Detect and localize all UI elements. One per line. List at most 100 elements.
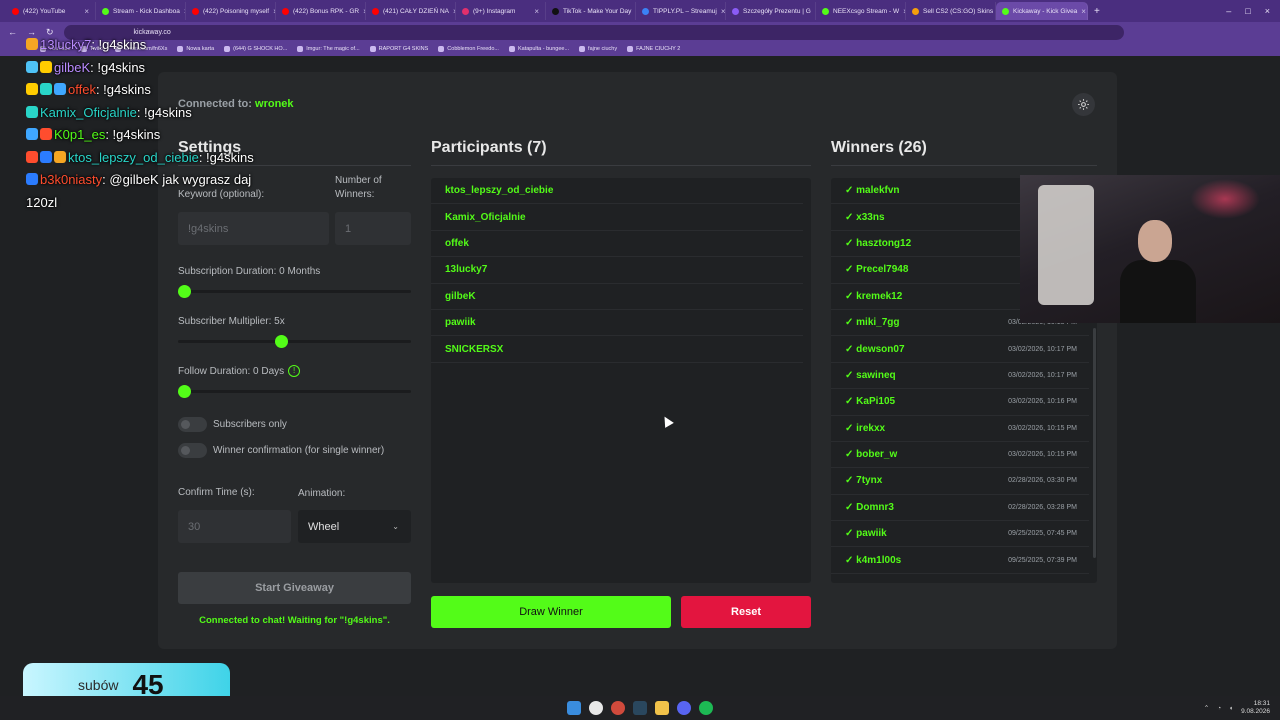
winner-name: ✓ miki_7gg <box>845 317 900 329</box>
confirm-time-input[interactable]: 30 <box>178 510 291 543</box>
winner-date: 03/02/2026, 10:15 PM <box>1008 451 1077 459</box>
winner-date: 03/02/2026, 10:16 PM <box>1008 398 1077 406</box>
chat-badge-icon <box>26 105 38 118</box>
winner-name: ✓ Domnr3 <box>845 501 894 513</box>
chat-message: 13lucky7: !g4skins <box>26 34 316 57</box>
follow-duration-slider[interactable] <box>178 390 411 393</box>
back-icon[interactable]: ← <box>8 27 17 37</box>
browser-tab[interactable]: (422) Bonus RPK - GR× <box>276 2 366 20</box>
subscription-duration-slider[interactable] <box>178 290 411 293</box>
winner-row: ✓ KaPi105 03/02/2026, 10:16 PM <box>831 389 1089 416</box>
steam-icon[interactable] <box>633 701 647 715</box>
close-icon[interactable]: × <box>1081 7 1086 16</box>
chat-badge-icon <box>54 150 66 163</box>
bookmark-item[interactable]: RAPORT G4 SKINS <box>369 46 428 52</box>
clothes-rack <box>1038 185 1094 305</box>
follow-duration-knob[interactable] <box>178 385 191 398</box>
bookmark-item[interactable]: FAJNE CIUCHY 2 <box>627 46 680 52</box>
browser-tab[interactable]: (422) Poisoning myself× <box>186 2 276 20</box>
close-icon[interactable]: × <box>721 7 725 16</box>
tab-favicon-icon <box>462 7 469 15</box>
winner-row: ✓ bober_w 03/02/2026, 10:15 PM <box>831 442 1089 469</box>
browser-tab[interactable]: NEEXcsgo Stream - W× <box>816 2 906 20</box>
app-icon[interactable] <box>611 701 625 715</box>
new-tab-button[interactable]: + <box>1094 6 1100 17</box>
bookmark-item[interactable]: Katapulta - bungee... <box>508 46 569 52</box>
browser-tab[interactable]: Stream - Kick Dashboa× <box>96 2 186 20</box>
winners-count-input[interactable]: 1 <box>335 212 411 245</box>
info-icon[interactable]: ! <box>288 365 301 378</box>
bookmark-item[interactable]: fajne ciuchy <box>579 46 617 52</box>
tab-favicon-icon <box>912 7 919 15</box>
chat-message: K0p1_es: !g4skins <box>26 124 316 147</box>
draw-winner-button[interactable]: Draw Winner <box>431 596 671 628</box>
chat-badge-icon <box>26 128 38 140</box>
neon-light <box>1190 179 1260 219</box>
chat-username: ktos_lepszy_od_ciebie <box>68 149 199 165</box>
network-icon[interactable]: ◔ <box>1217 705 1221 712</box>
confirm-time-label: Confirm Time (s): <box>178 487 255 498</box>
tab-favicon-icon <box>732 7 739 15</box>
tab-favicon-icon <box>552 7 559 15</box>
close-window-icon[interactable]: × <box>1265 6 1270 16</box>
chevron-up-icon[interactable]: ⌃ <box>1204 704 1209 712</box>
discord-icon[interactable] <box>677 701 691 715</box>
spotify-icon[interactable] <box>699 701 713 715</box>
subscription-duration-knob[interactable] <box>178 285 191 298</box>
bookmark-icon <box>579 46 586 52</box>
maximize-icon[interactable]: □ <box>1245 6 1250 16</box>
volume-icon[interactable]: ◖ <box>1229 705 1233 712</box>
minimize-icon[interactable]: – <box>1226 6 1231 16</box>
close-icon[interactable]: × <box>84 7 89 16</box>
browser-tab[interactable]: Szczegóły Prezentu | G× <box>726 2 816 20</box>
chat-text: : !g4skins <box>90 59 146 75</box>
bookmark-icon <box>627 46 634 52</box>
chat-badge-icon <box>40 150 52 163</box>
subscribers-only-toggle[interactable] <box>178 417 207 432</box>
follow-duration-label: Follow Duration: 0 Days <box>178 366 285 377</box>
participant-row: 13lucky7 <box>431 257 803 284</box>
clock[interactable]: 18:31 9.08.2026 <box>1241 700 1270 716</box>
start-icon[interactable] <box>567 701 581 715</box>
subscriber-multiplier-knob[interactable] <box>275 335 288 348</box>
subscriber-multiplier-label: Subscriber Multiplier: 5x <box>178 316 285 327</box>
bookmark-item[interactable]: Cobblemon Freedo... <box>438 46 499 52</box>
settings-gear-button[interactable] <box>1072 93 1095 116</box>
browser-tab[interactable]: (422) YouTube × <box>6 2 96 20</box>
winners-scrollbar[interactable] <box>1093 328 1096 558</box>
chat-message: Kamix_Oficjalnie: !g4skins <box>26 102 316 125</box>
close-icon[interactable]: × <box>534 7 539 16</box>
start-giveaway-button[interactable]: Start Giveaway <box>178 572 411 604</box>
tab-favicon-icon <box>822 7 829 15</box>
chat-badge-icon <box>26 173 38 185</box>
browser-tab[interactable]: Kickaway - Kick Givea × <box>996 2 1088 20</box>
confirm-time-placeholder: 30 <box>188 520 201 533</box>
winner-date: 03/02/2026, 10:15 PM <box>1008 424 1077 432</box>
winner-row: ✓ Domnr3 02/28/2026, 03:28 PM <box>831 495 1089 522</box>
chat-badge-icon <box>26 83 38 95</box>
folder-icon[interactable] <box>655 701 669 715</box>
winner-confirmation-toggle[interactable] <box>178 443 207 458</box>
participant-row: gilbeK <box>431 284 803 310</box>
subscriber-multiplier-slider[interactable] <box>178 340 411 343</box>
browser-tab[interactable]: Sell CS2 (CS:GO) Skins× <box>906 2 996 20</box>
tab-label: Sell CS2 (CS:GO) Skins <box>923 7 994 15</box>
browser-tab[interactable]: (421) CAŁY DZIEŃ NA× <box>366 2 456 20</box>
chat-badge-icon <box>26 150 38 163</box>
reset-button[interactable]: Reset <box>681 596 811 628</box>
winner-name: ✓ malekfvn <box>845 185 900 197</box>
tab-favicon-icon <box>282 7 289 15</box>
keyword-input[interactable]: !g4skins <box>178 212 329 245</box>
browser-tab[interactable]: (9+) Instagram × <box>456 2 546 20</box>
chat-message: offek: !g4skins <box>26 79 316 102</box>
animation-select[interactable]: Wheel ⌄ <box>298 510 411 543</box>
winner-date: 03/02/2026, 10:17 PM <box>1008 345 1077 353</box>
tab-label: TIPPLY.PL – Streamuj <box>653 7 717 15</box>
browser-tab[interactable]: TIPPLY.PL – Streamuj × <box>636 2 726 20</box>
bookmark-label: fajne ciuchy <box>588 46 618 52</box>
chrome-icon[interactable] <box>589 701 603 715</box>
clock-date: 9.08.2026 <box>1241 708 1270 715</box>
browser-tab[interactable]: TikTok - Make Your Day× <box>546 2 636 20</box>
winner-name: ✓ Precel7948 <box>845 264 909 276</box>
tab-label: Kickaway - Kick Givea <box>1013 7 1078 15</box>
